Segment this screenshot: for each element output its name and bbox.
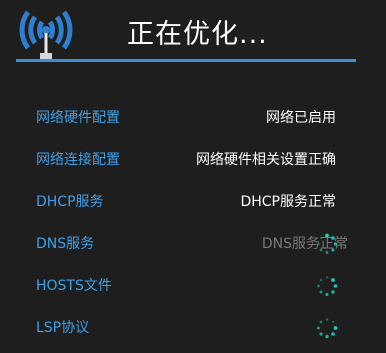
wifi-antenna-logo-icon [19,10,73,59]
header: 正在优化... [0,0,386,70]
list-item-dns: DNS服务 DNS服务正常 [0,226,386,266]
loading-spinner-icon [317,318,338,339]
header-divider [16,59,356,62]
loading-spinner-icon [317,276,338,297]
list-item-network-hardware: 网络硬件配置 网络已启用 [0,100,386,140]
item-label: DHCP服务 [36,194,104,210]
item-label: 网络硬件配置 [36,110,120,126]
item-label: DNS服务 [36,236,95,252]
item-status: 网络硬件相关设置正确 [196,152,336,168]
list-item-network-connection: 网络连接配置 网络硬件相关设置正确 [0,142,386,182]
item-status: 网络已启用 [266,110,336,126]
list-item-lsp: LSP协议 [0,310,386,350]
item-status: DHCP服务正常 [240,194,336,210]
list-item-dhcp: DHCP服务 DHCP服务正常 [0,184,386,224]
loading-spinner-icon [317,233,338,254]
page-title: 正在优化... [127,19,268,50]
item-label: HOSTS文件 [36,278,112,294]
item-label: 网络连接配置 [36,152,120,168]
item-label: LSP协议 [36,320,90,336]
list-item-hosts: HOSTS文件 [0,268,386,308]
